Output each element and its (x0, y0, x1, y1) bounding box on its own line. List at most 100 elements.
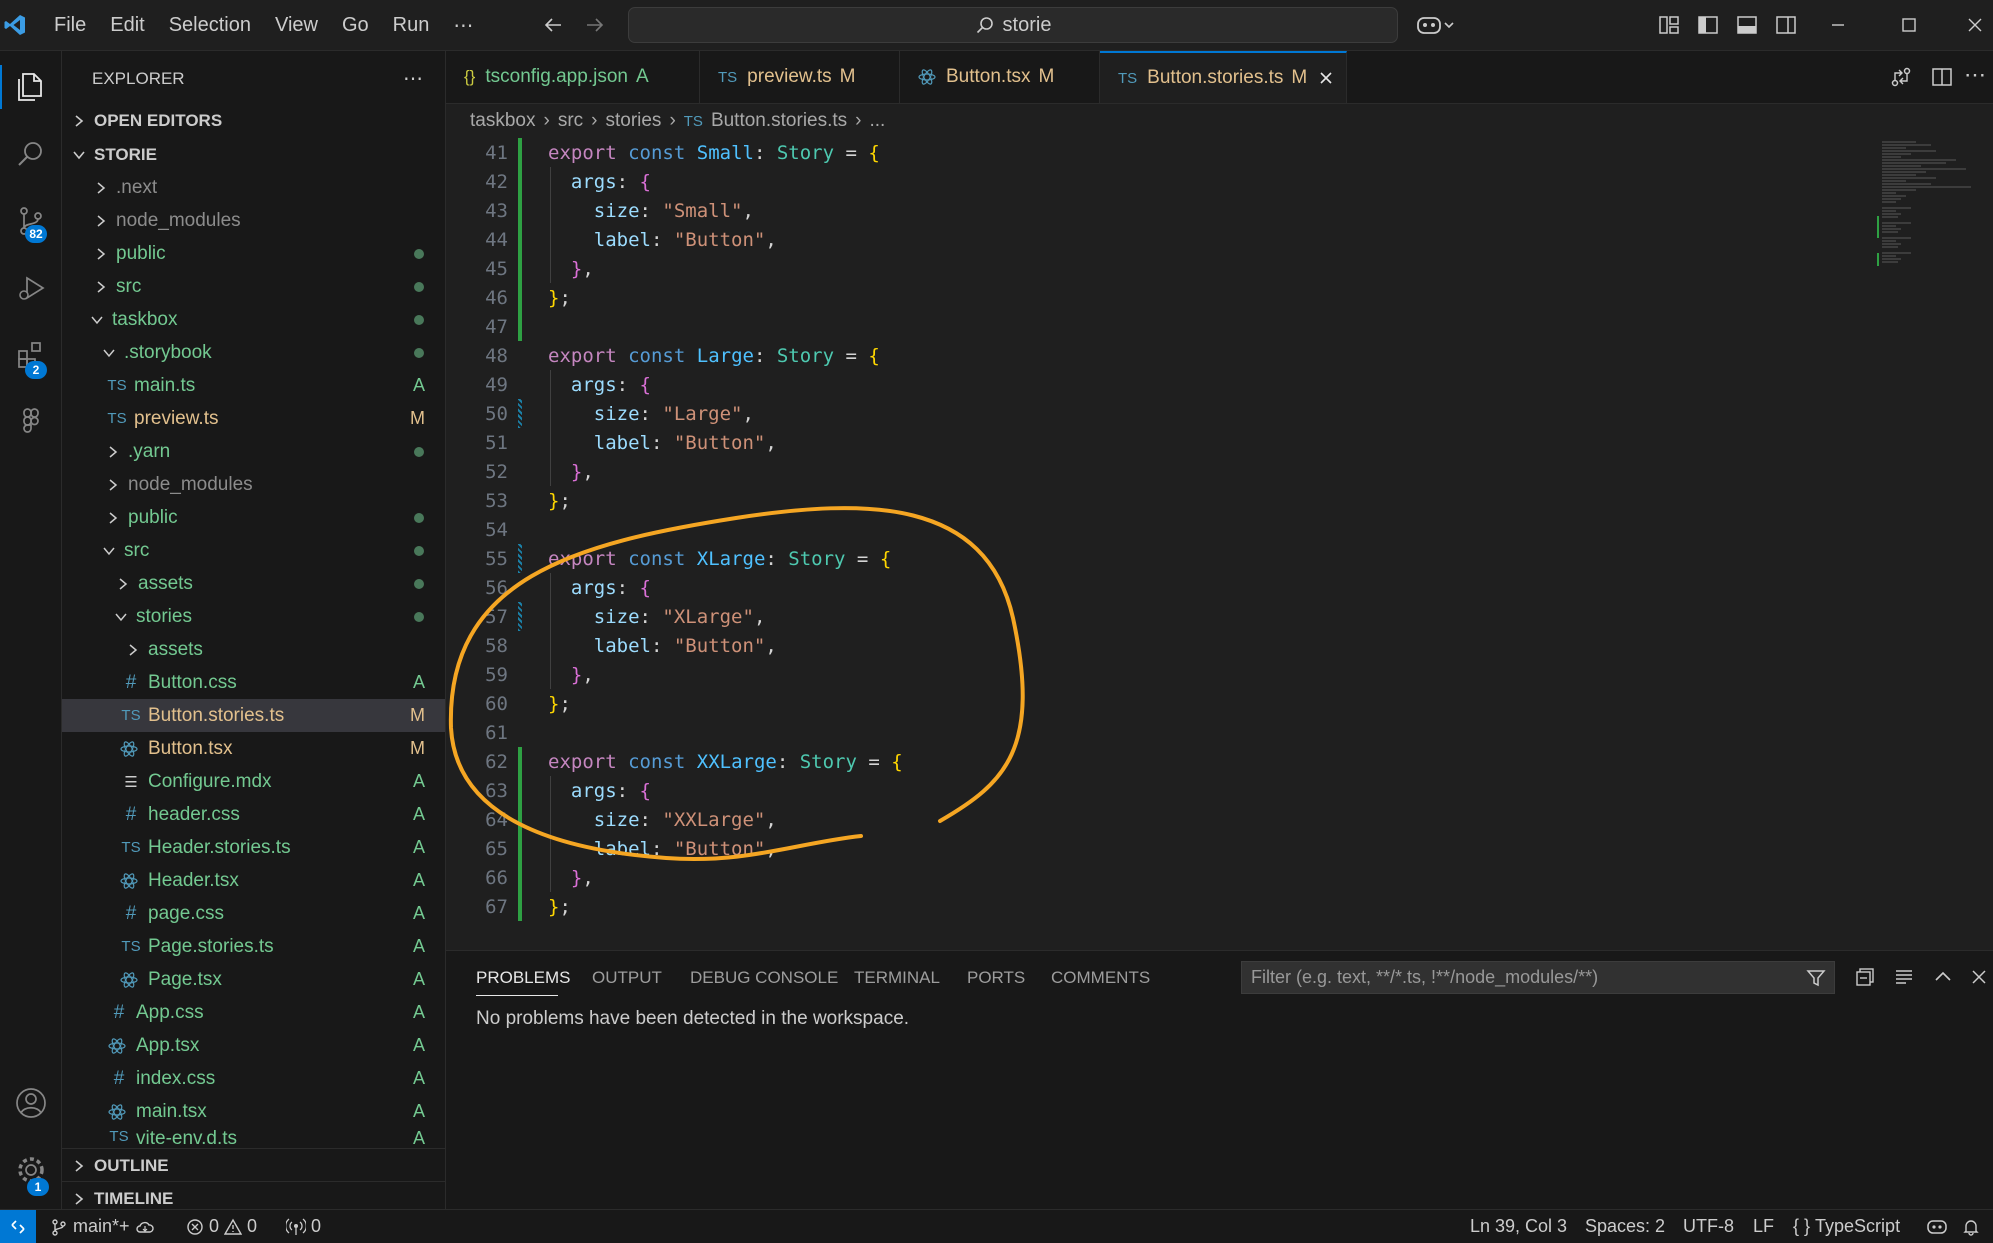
breadcrumb-item[interactable]: ... (870, 110, 886, 132)
split-editor-icon[interactable] (1930, 65, 1954, 89)
tree-file-page-css[interactable]: # page.css A (62, 897, 445, 930)
extensions-icon[interactable]: 2 (0, 325, 61, 385)
ports-status[interactable]: 0 (286, 1210, 321, 1243)
tree-folder-stories[interactable]: stories (62, 600, 445, 633)
tab-tsconfig-app-json[interactable]: {} tsconfig.app.json A (446, 51, 700, 103)
maximize-panel-icon[interactable] (1932, 966, 1954, 988)
close-panel-icon[interactable] (1968, 966, 1990, 988)
compare-changes-icon[interactable] (1889, 65, 1913, 89)
tree-file-header-css[interactable]: # header.css A (62, 798, 445, 831)
encoding-status[interactable]: UTF-8 (1683, 1210, 1734, 1243)
tab-button-stories-ts[interactable]: TS Button.stories.ts M (1100, 51, 1347, 103)
git-branch-status[interactable]: main*+ (50, 1210, 155, 1243)
view-as-list-icon[interactable] (1893, 966, 1915, 988)
tree-file-button-stories-ts[interactable]: TS Button.stories.ts M (62, 699, 445, 732)
tree-folder-node-modules-2[interactable]: node_modules (62, 468, 445, 501)
tree-folder-assets[interactable]: assets (62, 567, 445, 600)
tree-folder-yarn[interactable]: .yarn (62, 435, 445, 468)
tree-file-app-tsx[interactable]: App.tsx A (62, 1029, 445, 1062)
tree-file-button-tsx[interactable]: Button.tsx M (62, 732, 445, 765)
command-center-search[interactable]: storie (628, 7, 1398, 43)
tree-file-index-css[interactable]: # index.css A (62, 1062, 445, 1095)
tree-file-page-stories-ts[interactable]: TS Page.stories.ts A (62, 930, 445, 963)
menu-go[interactable]: Go (330, 14, 381, 37)
tree-file-vite-env[interactable]: TS vite-env.d.ts A (62, 1128, 445, 1148)
tree-folder-stories-assets[interactable]: assets (62, 633, 445, 666)
breadcrumb-item[interactable]: taskbox (470, 110, 535, 132)
breadcrumb-item[interactable]: stories (605, 110, 661, 132)
filter-icon[interactable] (1806, 968, 1826, 988)
tab-problems[interactable]: PROBLEMS (476, 951, 570, 1005)
more-menu-icon[interactable]: ⋯ (441, 13, 485, 38)
tree-file-configure-mdx[interactable]: ☰ Configure.mdx A (62, 765, 445, 798)
menu-edit[interactable]: Edit (98, 14, 156, 37)
tab-comments[interactable]: COMMENTS (1051, 951, 1150, 1005)
tree-file-button-css[interactable]: # Button.css A (62, 666, 445, 699)
customize-layout-icon[interactable] (1658, 0, 1680, 50)
back-arrow-icon[interactable] (543, 0, 565, 50)
tab-button-tsx[interactable]: Button.tsx M (900, 51, 1100, 103)
tab-terminal[interactable]: TERMINAL (854, 951, 940, 1005)
run-debug-icon[interactable] (0, 258, 61, 318)
explorer-more-icon[interactable]: ⋯ (403, 66, 423, 91)
tree-file-header-stories-ts[interactable]: TS Header.stories.ts A (62, 831, 445, 864)
toggle-secondary-sidebar-icon[interactable] (1775, 0, 1797, 50)
timeline-section[interactable]: TIMELINE (62, 1181, 445, 1209)
tree-file-preview-ts[interactable]: TS preview.ts M (62, 402, 445, 435)
menu-selection[interactable]: Selection (157, 14, 263, 37)
tree-file-main-ts[interactable]: TS main.ts A (62, 369, 445, 402)
tab-preview-ts[interactable]: TS preview.ts M (700, 51, 900, 103)
tree-folder-taskbox[interactable]: taskbox (62, 303, 445, 336)
close-tab-icon[interactable] (1319, 71, 1333, 85)
breadcrumb-item[interactable]: src (558, 110, 583, 132)
minimize-icon[interactable] (1828, 0, 1848, 50)
tree-file-page-tsx[interactable]: Page.tsx A (62, 963, 445, 996)
editor-more-icon[interactable]: ⋯ (1964, 62, 1986, 88)
outline-section[interactable]: OUTLINE (62, 1148, 445, 1182)
maximize-icon[interactable] (1899, 0, 1919, 50)
notifications-bell-icon[interactable] (1962, 1210, 1980, 1243)
figma-icon[interactable] (0, 392, 61, 452)
tree-file-header-tsx[interactable]: Header.tsx A (62, 864, 445, 897)
search-view-icon[interactable] (0, 124, 61, 184)
tree-file-main-tsx[interactable]: main.tsx A (62, 1095, 445, 1128)
close-window-icon[interactable] (1965, 0, 1985, 50)
tab-output[interactable]: OUTPUT (592, 951, 662, 1005)
problems-filter-input[interactable]: Filter (e.g. text, **/*.ts, !**/node_mod… (1241, 961, 1835, 994)
copilot-icon[interactable] (1416, 0, 1456, 50)
copilot-status-icon[interactable] (1926, 1210, 1948, 1243)
workspace-root-section[interactable]: STORIE (62, 138, 445, 171)
accounts-icon[interactable] (0, 1073, 61, 1133)
tree-folder-src[interactable]: src (62, 270, 445, 303)
toggle-primary-sidebar-icon[interactable] (1697, 0, 1719, 50)
tree-folder-node-modules[interactable]: node_modules (62, 204, 445, 237)
breadcrumb-item[interactable]: Button.stories.ts (711, 110, 847, 132)
minimap[interactable] (1876, 138, 1976, 278)
explorer-icon[interactable] (0, 57, 61, 117)
source-control-icon[interactable]: 82 (0, 191, 61, 251)
cursor-position[interactable]: Ln 39, Col 3 (1470, 1210, 1567, 1243)
tree-folder-public[interactable]: public (62, 237, 445, 270)
tab-ports[interactable]: PORTS (967, 951, 1025, 1005)
eol-status[interactable]: LF (1753, 1210, 1774, 1243)
settings-gear-icon[interactable]: 1 (0, 1140, 61, 1200)
problems-status[interactable]: 0 0 (186, 1210, 257, 1243)
menu-file[interactable]: File (42, 14, 98, 37)
forward-arrow-icon[interactable] (583, 0, 605, 50)
code-editor[interactable]: 41 export const Small: Story = { 42 args:… (446, 138, 1876, 948)
indentation-status[interactable]: Spaces: 2 (1585, 1210, 1665, 1243)
collapse-all-icon[interactable] (1854, 966, 1876, 988)
tree-file-app-css[interactable]: # App.css A (62, 996, 445, 1029)
remote-indicator-icon[interactable] (0, 1210, 36, 1243)
tree-folder-storybook[interactable]: .storybook (62, 336, 445, 369)
tab-debug-console[interactable]: DEBUG CONSOLE (690, 951, 838, 1005)
tree-folder-next[interactable]: .next (62, 171, 445, 204)
menu-view[interactable]: View (263, 14, 330, 37)
menu-run[interactable]: Run (381, 14, 442, 37)
toggle-panel-icon[interactable] (1736, 0, 1758, 50)
open-editors-section[interactable]: OPEN EDITORS (62, 104, 445, 137)
tree-folder-src-2[interactable]: src (62, 534, 445, 567)
tree-folder-public-2[interactable]: public (62, 501, 445, 534)
language-mode-status[interactable]: { } TypeScript (1793, 1210, 1900, 1243)
chevron-right-icon (92, 179, 110, 197)
